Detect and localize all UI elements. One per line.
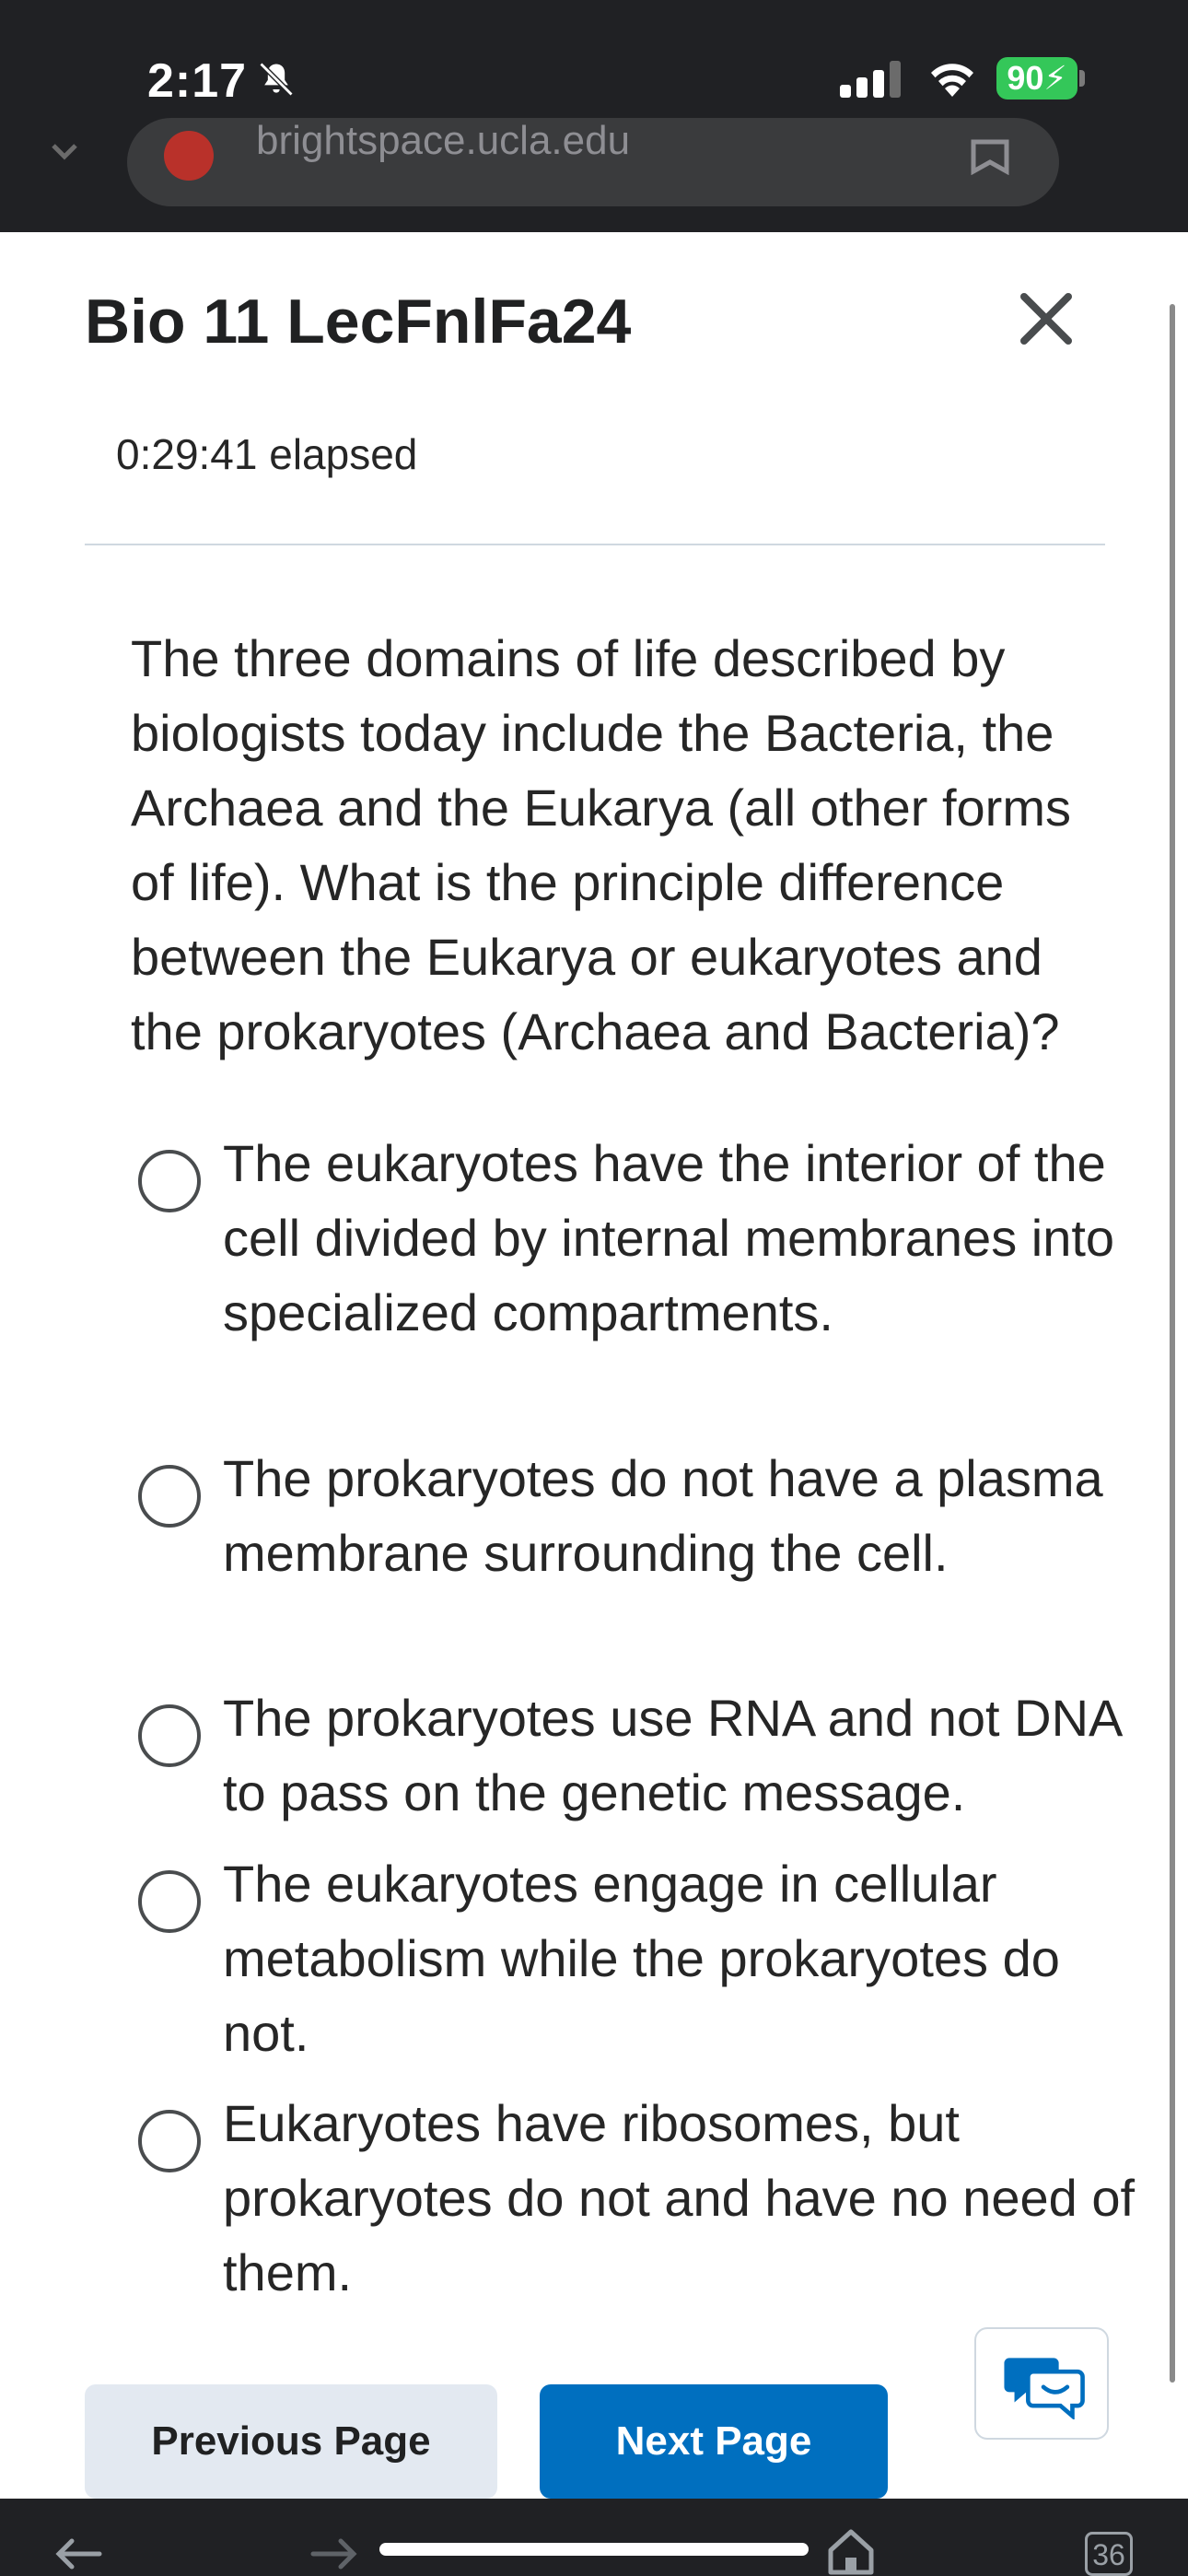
divider <box>85 544 1105 545</box>
elapsed-timer: 0:29:41 elapsed <box>116 430 418 478</box>
tab-count-button[interactable]: 36 <box>1085 2532 1133 2576</box>
chat-button[interactable] <box>974 2327 1109 2440</box>
battery-indicator: 90⚡ <box>996 57 1077 100</box>
radio-button[interactable] <box>138 1704 201 1767</box>
answer-option-label: Eukaryotes have ribosomes, but prokaryot… <box>223 2094 1136 2301</box>
battery-tip <box>1079 70 1085 87</box>
answer-option-label: The prokaryotes use RNA and not DNA to p… <box>223 1689 1121 1821</box>
charging-bolt-icon: ⚡ <box>1043 59 1067 97</box>
home-icon[interactable] <box>825 2528 877 2576</box>
radio-button[interactable] <box>138 2110 201 2172</box>
browser-bottom-bar <box>0 2499 1188 2576</box>
answer-option-label: The prokaryotes do not have a plasma mem… <box>223 1449 1103 1582</box>
forward-arrow-icon[interactable] <box>309 2535 361 2572</box>
bell-off-icon <box>259 62 294 97</box>
site-favicon-icon <box>164 131 214 181</box>
previous-page-button[interactable]: Previous Page <box>85 2384 497 2499</box>
scrollbar[interactable] <box>1170 304 1175 2383</box>
wifi-icon <box>931 64 973 97</box>
chevron-icon[interactable] <box>46 135 83 171</box>
back-arrow-icon[interactable] <box>52 2535 103 2572</box>
url-text: brightspace.ucla.edu <box>256 118 631 163</box>
answer-option-label: The eukaryotes have the interior of the … <box>223 1134 1115 1341</box>
browser-top-bar: 2:17 90⚡ brightspace.ucla.edu <box>0 0 1188 232</box>
battery-level: 90 <box>1007 59 1044 97</box>
radio-button[interactable] <box>138 1465 201 1528</box>
signal-icon <box>840 61 901 98</box>
chat-icon <box>1004 2358 1085 2419</box>
address-bar[interactable]: brightspace.ucla.edu <box>127 118 1059 206</box>
answer-option-label: The eukaryotes engage in cellular metabo… <box>223 1855 1060 2062</box>
radio-button[interactable] <box>138 1150 201 1212</box>
next-page-button[interactable]: Next Page <box>540 2384 888 2499</box>
close-icon[interactable] <box>1017 289 1076 348</box>
question-text: The three domains of life described by b… <box>131 629 1071 1060</box>
home-indicator <box>379 2543 809 2556</box>
bookmark-icon[interactable] <box>967 138 1013 175</box>
status-time: 2:17 <box>147 54 248 108</box>
radio-button[interactable] <box>138 1870 201 1933</box>
quiz-title: Bio 11 LecFnlFa24 <box>85 287 632 357</box>
